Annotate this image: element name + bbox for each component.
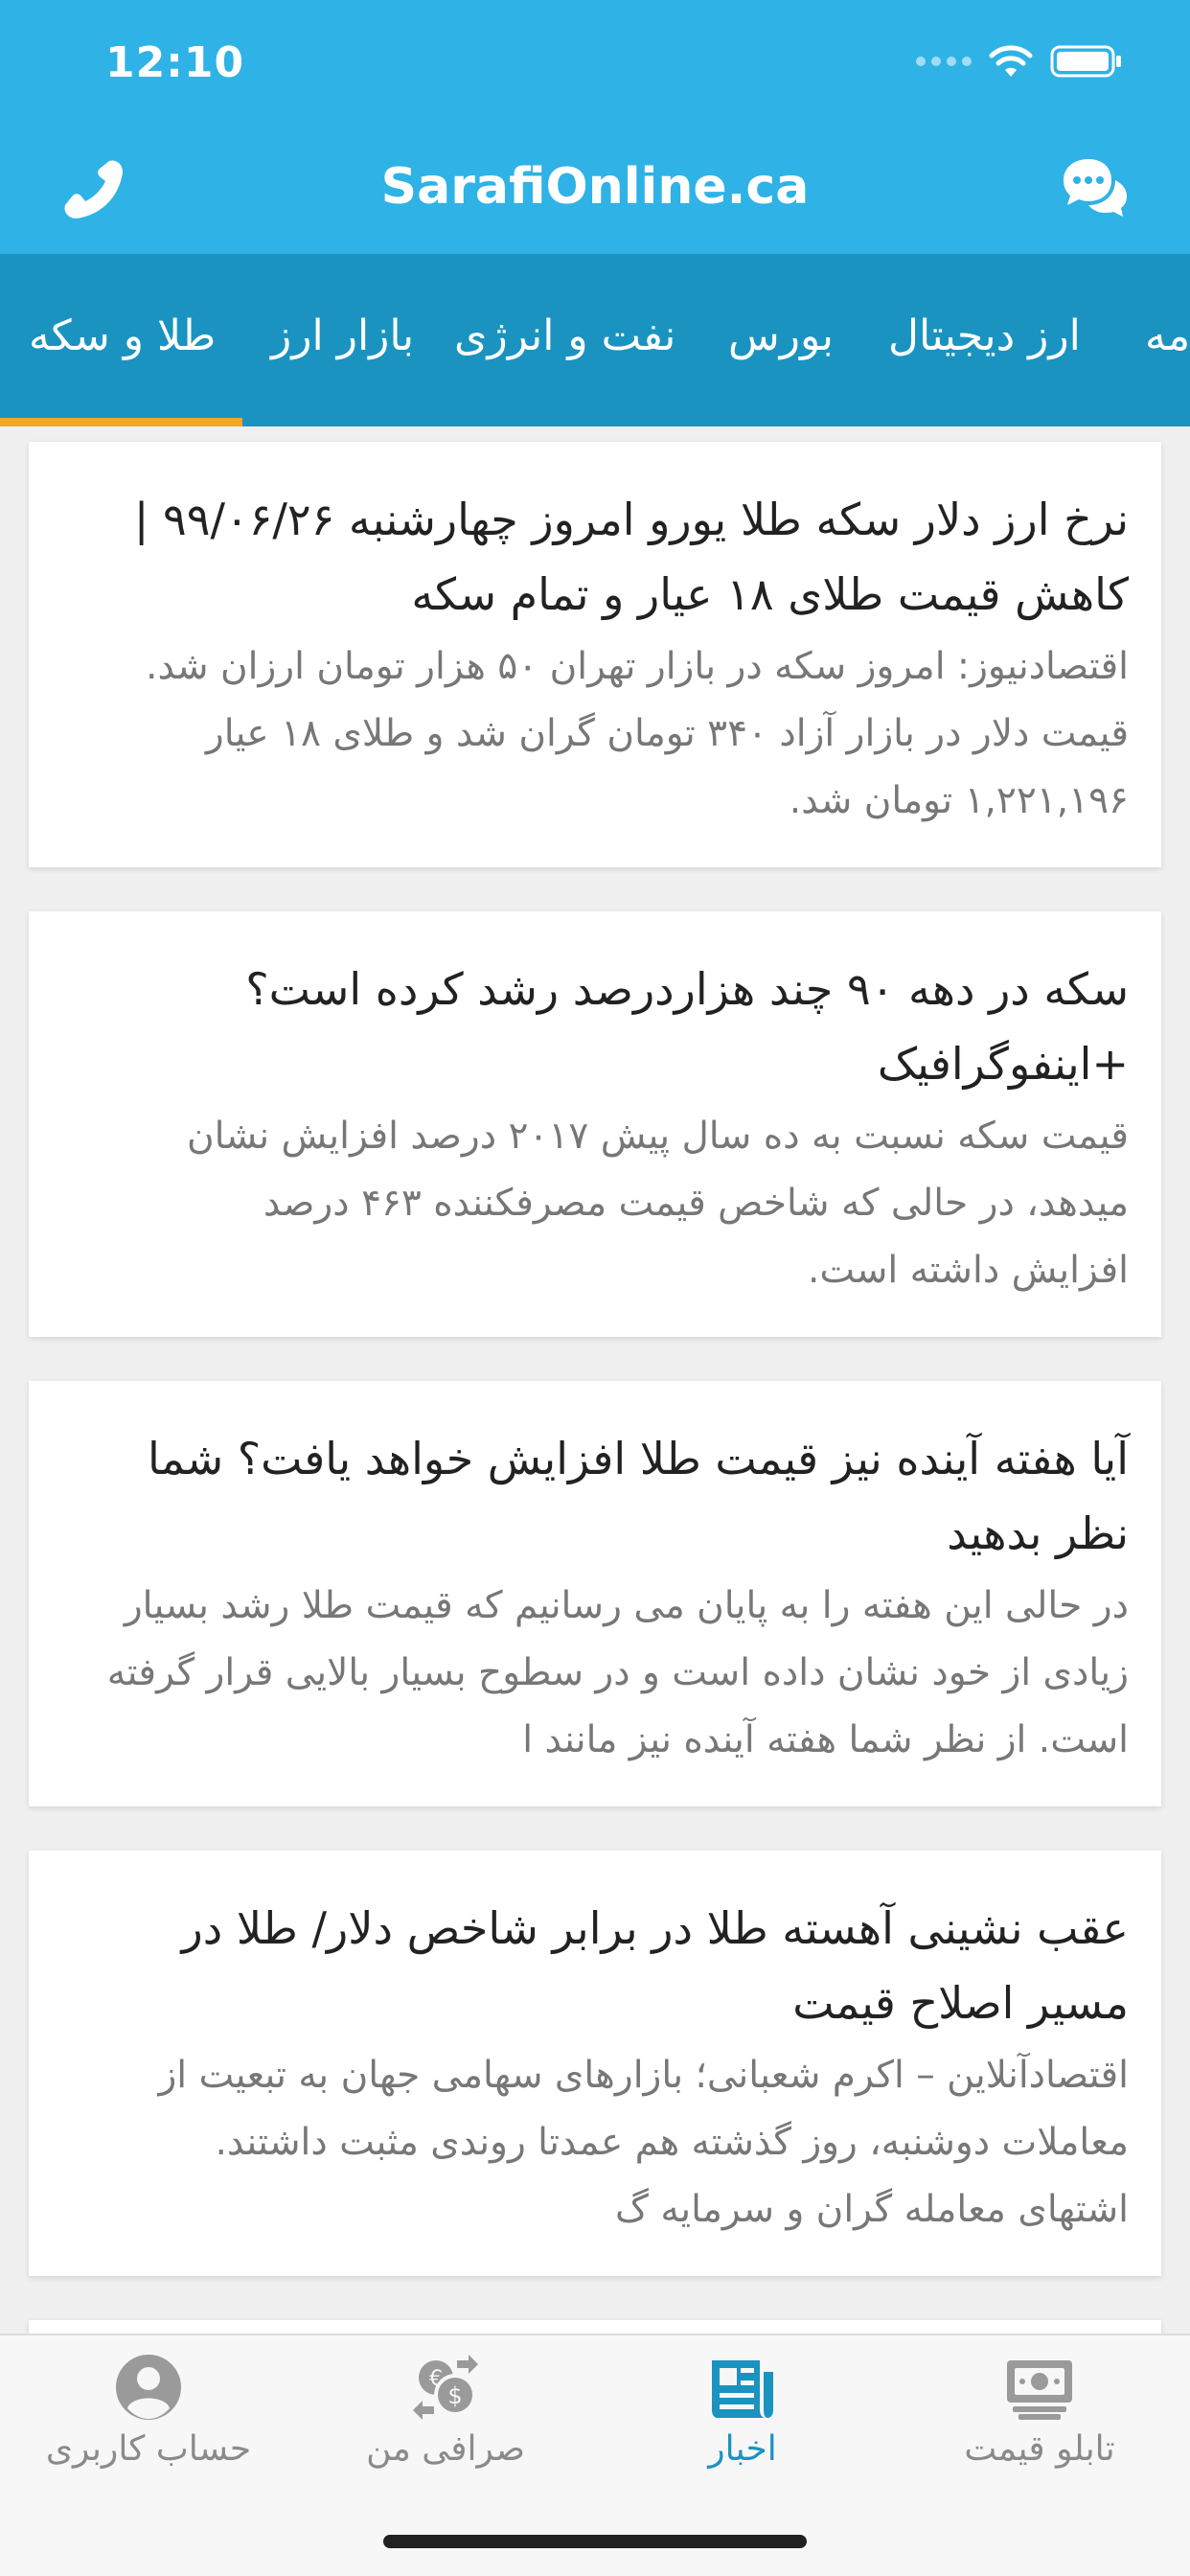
signal-icon — [916, 57, 972, 66]
currency-exchange-icon: € $ — [413, 2355, 478, 2420]
news-title: سکه در دهه ۹۰ چند هزاردرصد رشد کرده است؟… — [245, 963, 1129, 1090]
wifi-icon — [989, 45, 1033, 77]
nav-item-news[interactable]: اخبار — [594, 2335, 891, 2498]
news-title: آیا هفته آینده نیز قیمت طلا افزایش خواهد… — [147, 1433, 1129, 1559]
news-summary: اقتصادنیوز: امروز سکه در بازار تهران ۵۰ … — [146, 645, 1129, 822]
tab-oil-energy[interactable]: نفت و انرژی — [454, 311, 675, 360]
nav-label: صرافی من — [366, 2429, 525, 2469]
news-summary: در حالی این هفته را به پایان می رسانیم ک… — [106, 1584, 1129, 1761]
news-card[interactable]: نرخ ارز دلار سکه طلا یورو امروز چهارشنبه… — [29, 442, 1161, 867]
nav-label: اخبار — [708, 2429, 777, 2469]
nav-item-price-board[interactable]: تابلو قیمت — [891, 2335, 1188, 2498]
active-tab-indicator — [0, 418, 242, 426]
battery-icon — [1050, 45, 1121, 78]
app-title: SarafiOnline.ca — [380, 158, 810, 216]
news-title: نرخ ارز دلار سکه طلا یورو امروز چهارشنبه… — [133, 494, 1129, 620]
home-indicator — [383, 2535, 807, 2548]
nav-label: حساب کاربری — [45, 2429, 252, 2469]
tab-gold-coin[interactable]: طلا و سکه — [29, 311, 216, 360]
tab-digital-currency[interactable]: ارز دیجیتال — [888, 311, 1081, 360]
news-card[interactable]: عقب نشینی آهسته طلا در برابر شاخص دلار/ … — [29, 1851, 1161, 2276]
status-icons — [916, 42, 1123, 80]
news-summary: اقتصادآنلاین – اکرم شعبانی؛ بازارهای سها… — [158, 2054, 1129, 2231]
news-card[interactable]: آیا هفته آینده نیز قیمت طلا افزایش خواهد… — [29, 1381, 1161, 1806]
news-card[interactable]: سکه در دهه ۹۰ چند هزاردرصد رشد کرده است؟… — [29, 911, 1161, 1337]
user-icon — [116, 2355, 181, 2420]
status-time: 12:10 — [105, 38, 245, 87]
news-icon — [712, 2360, 773, 2418]
tab-stock-exchange[interactable]: بورس — [728, 311, 834, 360]
category-tabs: طلا و سکه بازار ارز نفت و انرژی بورس ارز… — [0, 254, 1190, 426]
news-summary: قیمت سکه نسبت به ده سال پیش ۲۰۱۷ درصد اف… — [186, 1115, 1129, 1292]
svg-text:$: $ — [447, 2382, 462, 2409]
nav-item-my-exchange[interactable]: € $ صرافی من — [297, 2335, 594, 2498]
app-header: 12:10 SarafiOnline.ca — [0, 0, 1190, 254]
news-title: عقب نشینی آهسته طلا در برابر شاخص دلار/ … — [181, 1902, 1129, 2029]
price-board-icon — [1007, 2360, 1072, 2420]
nav-item-account[interactable]: حساب کاربری — [0, 2335, 297, 2498]
tab-currency-market[interactable]: بازار ارز — [271, 311, 414, 360]
tab-more[interactable]: مه — [1145, 311, 1190, 360]
nav-label: تابلو قیمت — [964, 2429, 1115, 2469]
chat-icon[interactable] — [1056, 151, 1133, 228]
